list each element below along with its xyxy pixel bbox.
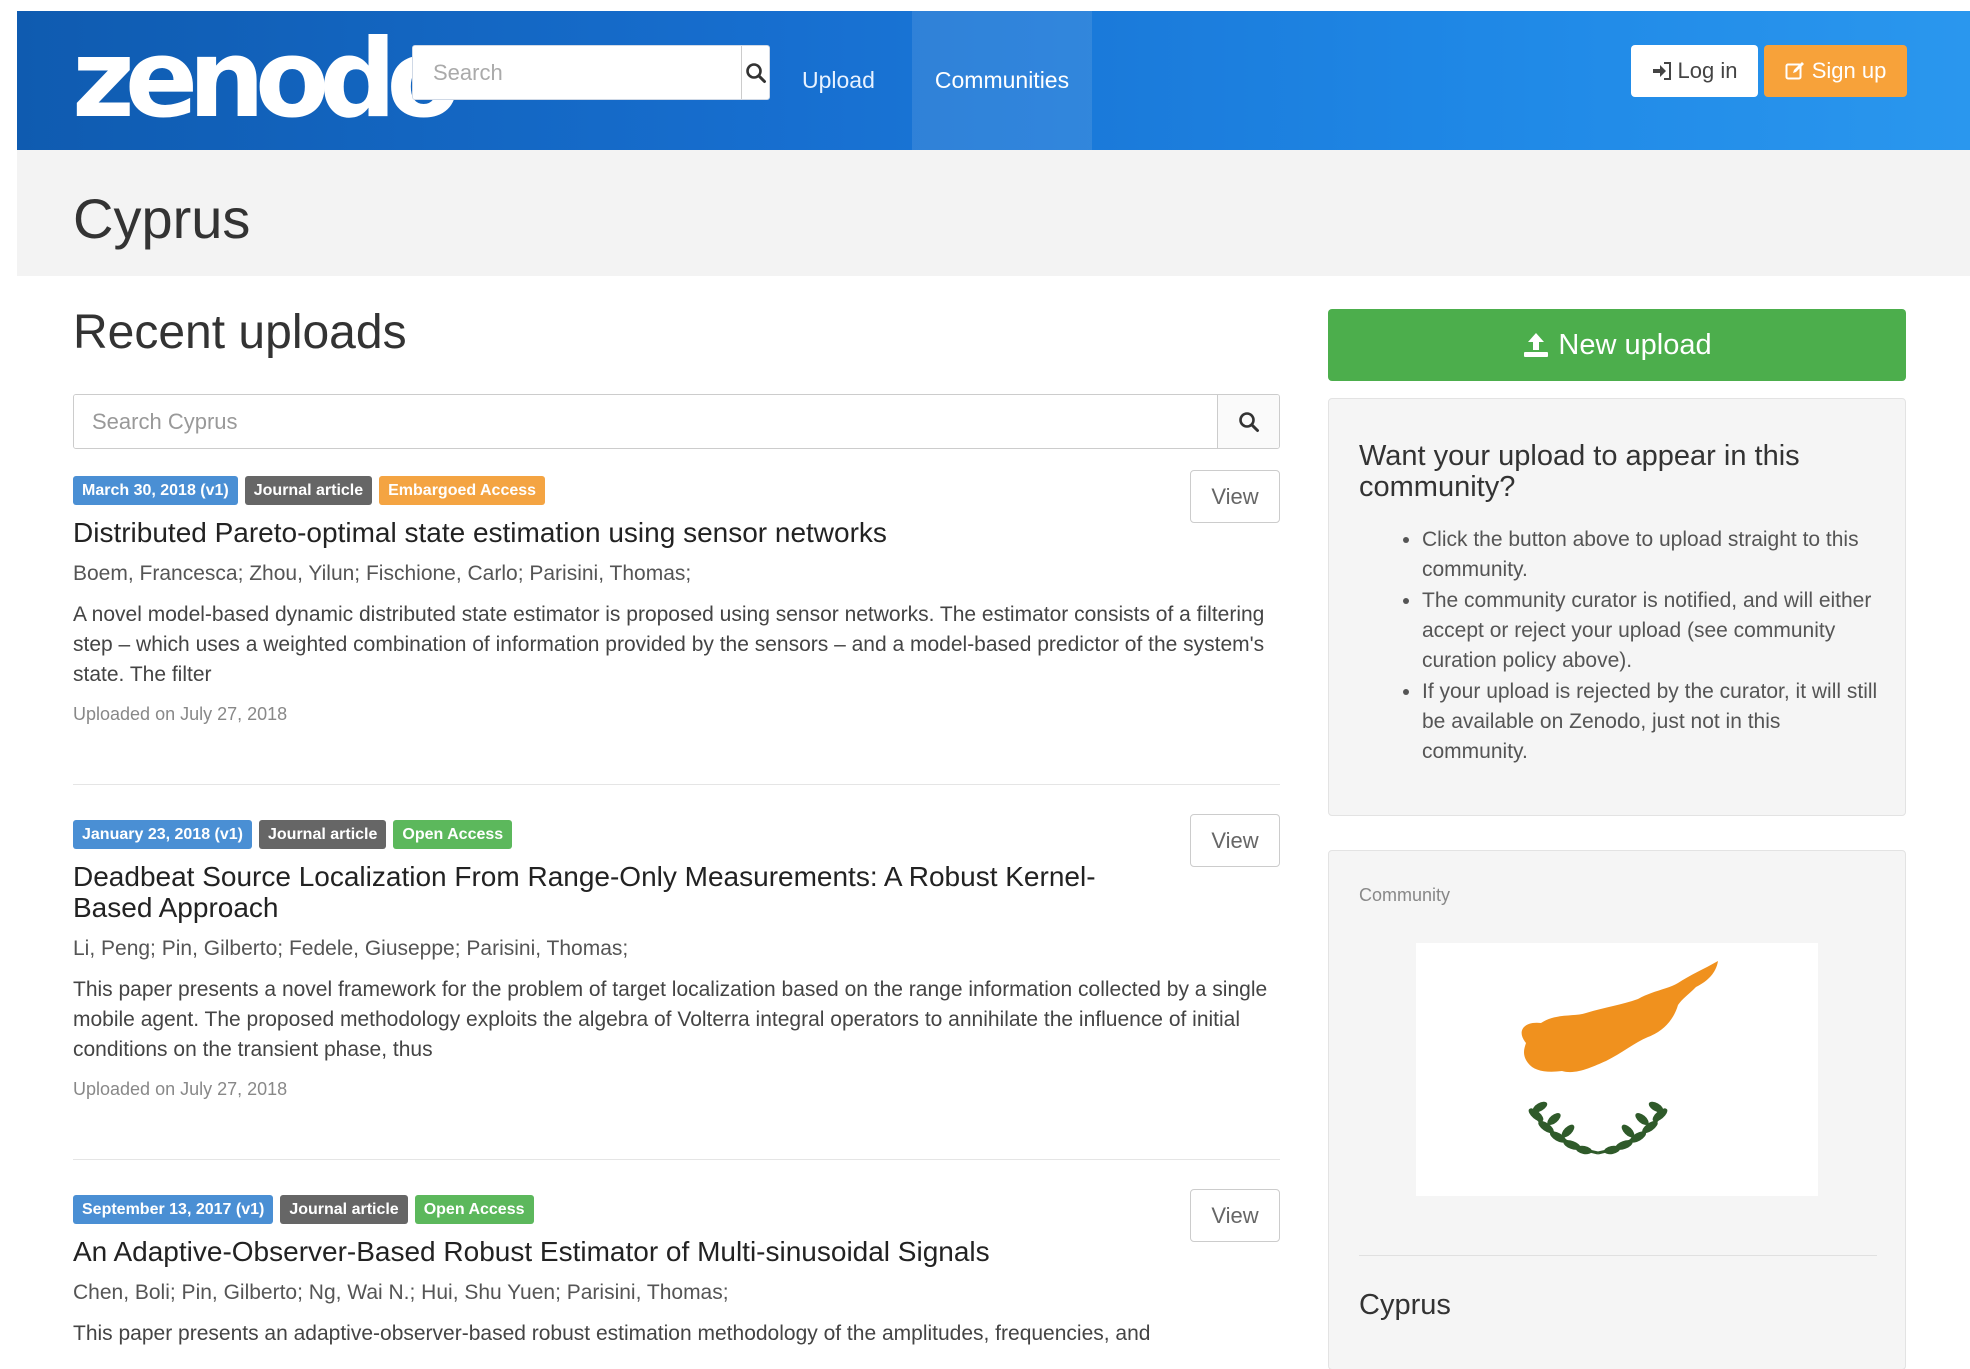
record-badges: March 30, 2018 (v1) Journal article Emba… [73, 476, 1280, 505]
login-button[interactable]: Log in [1631, 45, 1758, 97]
page-title: Cyprus [73, 187, 251, 250]
signup-label: Sign up [1811, 58, 1887, 83]
search-icon [1238, 411, 1259, 432]
access-badge: Open Access [414, 1195, 534, 1224]
community-divider [1359, 1255, 1877, 1256]
nav-upload-link[interactable]: Upload [802, 11, 875, 150]
record-item: March 30, 2018 (v1) Journal article Emba… [73, 470, 1280, 725]
record-badges: September 13, 2017 (v1) Journal article … [73, 1195, 1280, 1224]
upload-info-title: Want your upload to appear in this commu… [1359, 440, 1800, 503]
list-item: Click the button above to upload straigh… [1422, 525, 1879, 585]
date-badge: January 23, 2018 (v1) [73, 820, 252, 849]
record-authors: Chen, Boli; Pin, Gilberto; Ng, Wai N.; H… [73, 1281, 729, 1304]
sign-in-icon [1652, 62, 1671, 80]
new-upload-label: New upload [1558, 328, 1712, 361]
community-panel: Community Cyprus [1328, 850, 1906, 1369]
zenodo-logo[interactable]: zenodo [72, 15, 461, 145]
upload-info-panel: Want your upload to appear in this commu… [1328, 398, 1906, 816]
community-name: Cyprus [1359, 1289, 1451, 1321]
view-button[interactable]: View [1190, 814, 1280, 867]
date-badge: March 30, 2018 (v1) [73, 476, 238, 505]
list-item: If your upload is rejected by the curato… [1422, 677, 1879, 767]
search-icon [745, 62, 766, 83]
global-search-button[interactable] [741, 46, 769, 99]
record-badges: January 23, 2018 (v1) Journal article Op… [73, 820, 1280, 849]
record-authors: Boem, Francesca; Zhou, Yilun; Fischione,… [73, 562, 692, 585]
type-badge: Journal article [259, 820, 387, 849]
community-search [73, 394, 1280, 449]
global-search [412, 45, 770, 100]
signup-button[interactable]: Sign up [1764, 45, 1907, 97]
record-divider [73, 784, 1280, 785]
record-description: This paper presents an adaptive-observer… [73, 1322, 1151, 1345]
record-title[interactable]: Deadbeat Source Localization From Range-… [73, 861, 1163, 923]
login-label: Log in [1677, 58, 1738, 83]
access-badge: Open Access [393, 820, 513, 849]
upload-icon [1524, 333, 1549, 357]
record-item: September 13, 2017 (v1) Journal article … [73, 1189, 1280, 1349]
type-badge: Journal article [244, 476, 373, 505]
date-badge: September 13, 2017 (v1) [73, 1195, 274, 1224]
record-description: A novel model-based dynamic distributed … [73, 603, 1265, 686]
community-search-button[interactable] [1217, 395, 1279, 448]
community-logo [1416, 943, 1818, 1196]
top-navbar: zenodo Upload Communities Log in Sign up [17, 11, 1970, 150]
record-authors: Li, Peng; Pin, Gilberto; Fedele, Giusepp… [73, 937, 629, 960]
nav-communities-link[interactable]: Communities [912, 11, 1092, 150]
new-upload-button[interactable]: New upload [1328, 309, 1906, 381]
record-item: January 23, 2018 (v1) Journal article Op… [73, 814, 1280, 1100]
access-badge: Embargoed Access [379, 476, 546, 505]
edit-icon [1785, 62, 1804, 80]
view-button[interactable]: View [1190, 470, 1280, 523]
view-button[interactable]: View [1190, 1189, 1280, 1242]
record-uploaded-date: Uploaded on July 27, 2018 [73, 1079, 288, 1099]
record-uploaded-date: Uploaded on July 27, 2018 [73, 704, 288, 724]
record-title[interactable]: Distributed Pareto-optimal state estimat… [73, 517, 1163, 548]
cyprus-flag-icon [1521, 961, 1718, 1155]
upload-info-list: Click the button above to upload straigh… [1359, 525, 1879, 767]
record-title[interactable]: An Adaptive-Observer-Based Robust Estima… [73, 1236, 1163, 1267]
global-search-input[interactable] [413, 46, 741, 99]
list-item: The community curator is notified, and w… [1422, 586, 1879, 676]
recent-uploads-heading: Recent uploads [73, 306, 407, 359]
community-header: Cyprus [17, 150, 1970, 276]
type-badge: Journal article [280, 1195, 408, 1224]
record-description: This paper presents a novel framework fo… [73, 978, 1268, 1061]
community-label: Community [1359, 885, 1451, 905]
community-search-input[interactable] [74, 395, 1217, 448]
record-divider [73, 1159, 1280, 1160]
